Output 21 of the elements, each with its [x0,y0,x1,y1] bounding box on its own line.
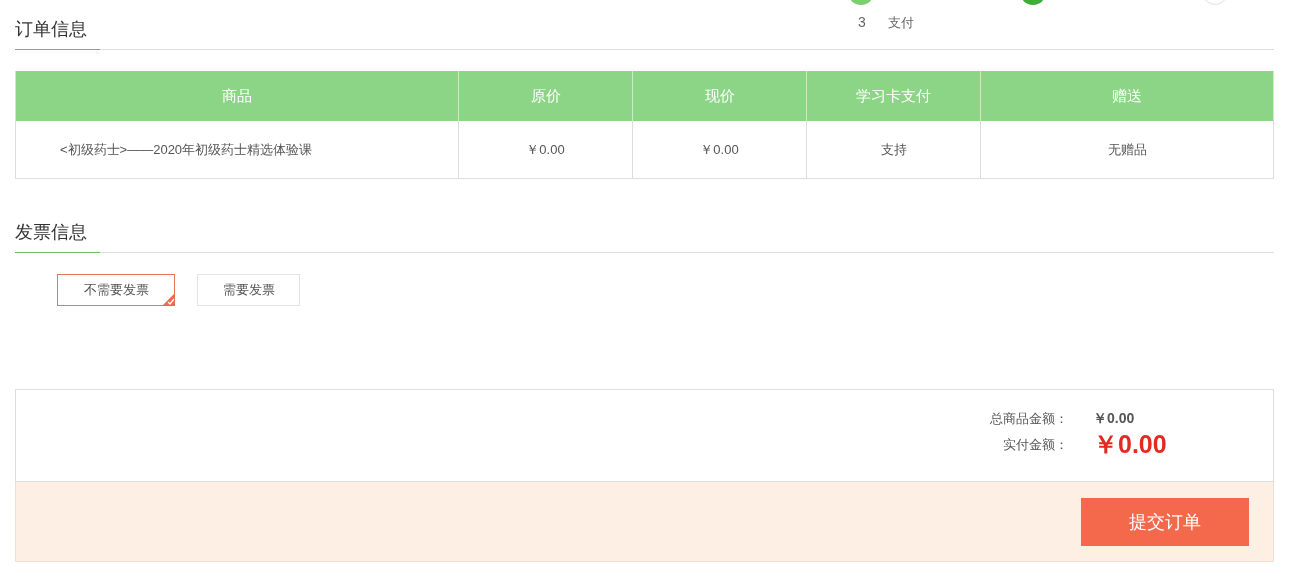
invoice-option[interactable]: 需要发票 [197,274,300,306]
column-header: 学习卡支付 [806,71,980,121]
section-title: 订单信息 [15,17,100,50]
section-title: 发票信息 [15,220,100,253]
table-cell: 支持 [806,121,980,178]
invoice-option[interactable]: 不需要发票 [57,274,175,306]
total-amount: ￥0.00 [1093,410,1136,428]
table-cell: ￥0.00 [632,121,806,178]
column-header: 商品 [16,71,458,121]
column-header: 赠送 [980,71,1273,121]
table-cell: ￥0.00 [458,121,632,178]
total-label: 总商品金额： [989,410,1068,428]
paid-label: 实付金额： [1002,435,1068,454]
column-header: 现价 [632,71,806,121]
step-label: 支付 [888,14,914,32]
step-number: 3 [858,14,866,30]
table-cell: 无赠品 [980,121,1273,178]
paid-amount: ￥0.00 [1093,429,1168,460]
check-corner-icon [162,293,175,306]
table-cell-text: <初级药士>——2020年初级药士精选体验课 [59,140,314,159]
column-header: 原价 [458,71,632,121]
